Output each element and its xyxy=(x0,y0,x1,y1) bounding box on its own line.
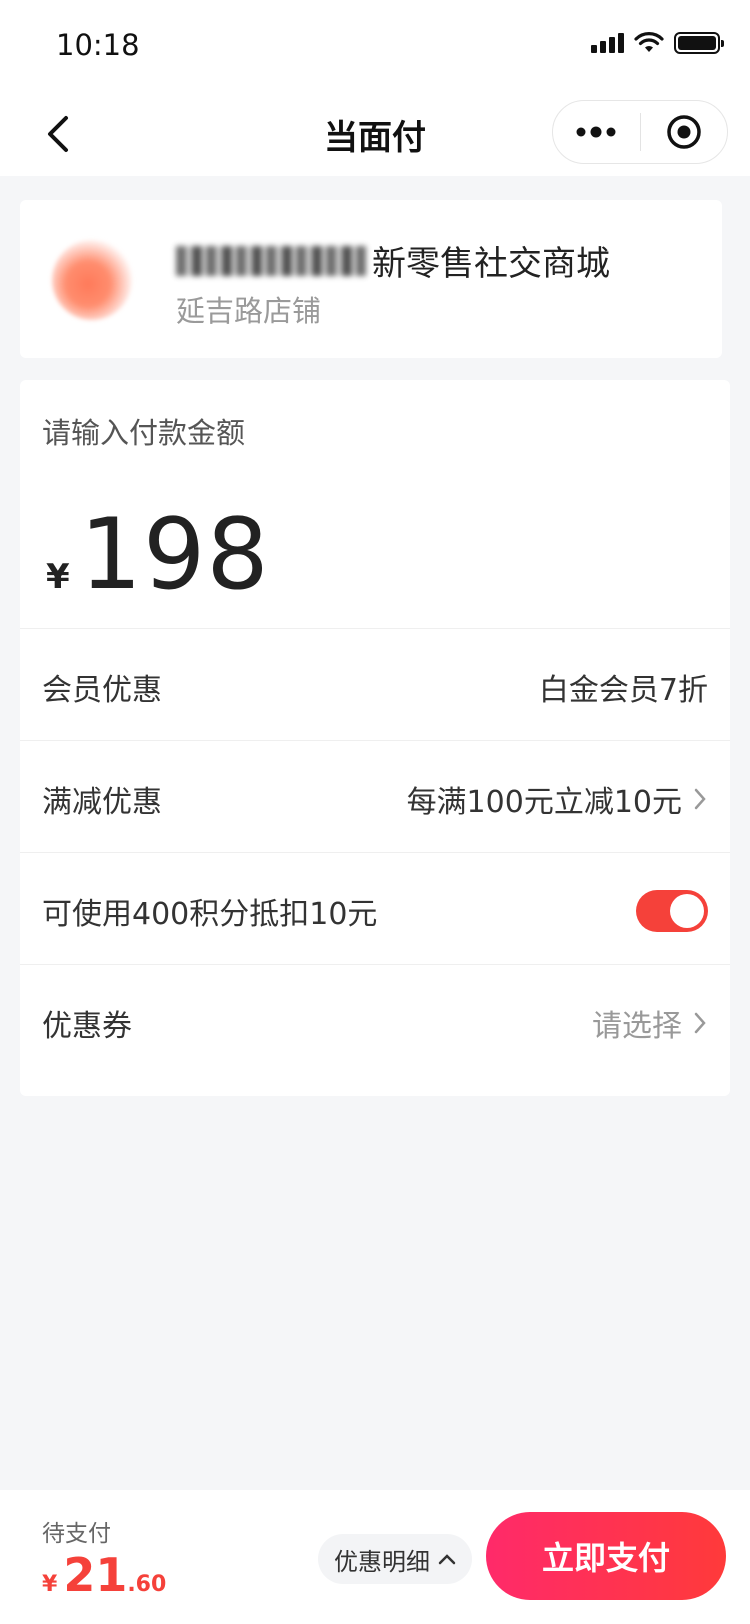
signal-icon xyxy=(591,33,624,53)
member-discount-value: 白金会员7折 xyxy=(538,672,708,708)
amount-value: 198 xyxy=(79,498,270,612)
shop-card: 新零售社交商城 延吉路店铺 xyxy=(20,200,722,358)
status-bar: 10:18 xyxy=(0,0,750,92)
pending-amount-int: 21 xyxy=(63,1548,128,1602)
amount-input[interactable]: ¥ 198 xyxy=(46,498,270,612)
coupon-label: 优惠券 xyxy=(42,1008,132,1044)
full-reduction-right: 每满100元立减10元 xyxy=(407,777,708,821)
currency-symbol: ¥ xyxy=(46,557,70,597)
full-reduction-value: 每满100元立减10元 xyxy=(406,784,682,820)
battery-icon xyxy=(674,32,724,54)
coupon-right: 请选择 xyxy=(592,1001,708,1045)
chevron-up-icon xyxy=(438,1554,456,1565)
chevron-right-icon xyxy=(694,1011,708,1035)
nav-bar: 当面付 xyxy=(0,92,750,176)
pay-now-label: 立即支付 xyxy=(541,1539,670,1577)
shop-name-wrap: 新零售社交商城 xyxy=(176,236,610,285)
pay-now-button[interactable]: 立即支付 xyxy=(486,1512,726,1600)
pending-amount-dec: .60 xyxy=(127,1572,167,1597)
status-time: 10:18 xyxy=(56,28,140,62)
points-deduction-row: 可使用400积分抵扣10元 xyxy=(20,852,730,968)
shop-logo xyxy=(52,240,132,320)
wifi-icon xyxy=(634,32,664,52)
shop-branch: 延吉路店铺 xyxy=(176,294,322,328)
more-icon xyxy=(576,126,616,138)
coupon-row[interactable]: 优惠券 请选择 xyxy=(20,964,730,1080)
member-discount-label: 会员优惠 xyxy=(42,672,162,708)
shop-name-redacted xyxy=(176,245,366,276)
amount-label: 请输入付款金额 xyxy=(42,416,246,450)
status-icons xyxy=(591,32,724,54)
full-reduction-row[interactable]: 满减优惠 每满100元立减10元 xyxy=(20,740,730,856)
target-icon xyxy=(667,115,701,149)
pending-amount: ¥ 21 .60 xyxy=(42,1548,166,1602)
mini-program-capsule xyxy=(552,100,728,164)
pending-currency: ¥ xyxy=(42,1572,58,1597)
full-reduction-label: 满减优惠 xyxy=(42,784,162,820)
coupon-value: 请选择 xyxy=(592,1008,682,1044)
close-mini-program-button[interactable] xyxy=(641,101,728,163)
discount-detail-label: 优惠明细 xyxy=(334,1547,430,1576)
points-deduction-label: 可使用400积分抵扣10元 xyxy=(42,896,378,932)
discount-detail-button[interactable]: 优惠明细 xyxy=(318,1534,472,1584)
shop-name: 新零售社交商城 xyxy=(372,244,610,284)
payment-card: 请输入付款金额 ¥ 198 会员优惠 白金会员7折 满减优惠 每满100元立减1… xyxy=(20,380,730,1096)
toggle-knob xyxy=(670,893,704,928)
more-button[interactable] xyxy=(553,101,640,163)
points-toggle[interactable] xyxy=(636,889,708,932)
chevron-right-icon xyxy=(694,787,708,811)
pending-label: 待支付 xyxy=(42,1521,111,1547)
member-discount-row: 会员优惠 白金会员7折 xyxy=(20,628,730,744)
bottom-bar: 待支付 ¥ 21 .60 优惠明细 立即支付 xyxy=(0,1490,750,1624)
